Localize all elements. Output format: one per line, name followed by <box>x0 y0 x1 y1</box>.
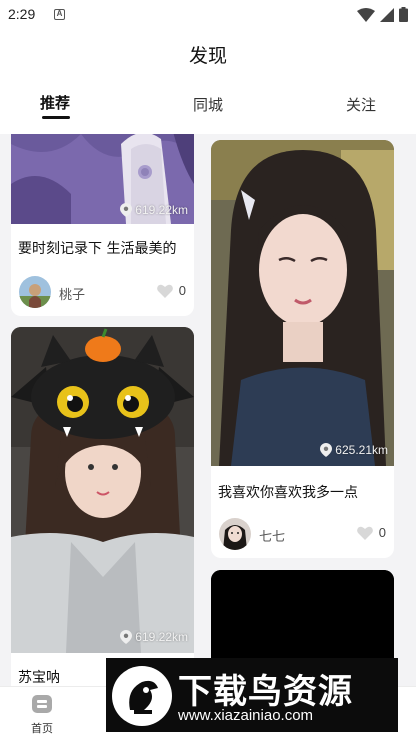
heart-icon <box>156 284 173 298</box>
watermark-title: 下载鸟资源 <box>178 672 353 712</box>
battery-icon <box>399 7 408 22</box>
like-button[interactable]: 0 <box>156 283 186 298</box>
tab-recommend[interactable]: 推荐 <box>40 92 70 113</box>
distance-text: 619.22km <box>135 203 188 217</box>
location-pin-icon <box>120 630 133 644</box>
like-count: 0 <box>178 283 186 298</box>
nav-home[interactable]: 首页 <box>22 694 62 736</box>
tab-bar: 推荐 同城 关注 <box>0 92 416 126</box>
status-bar: 2:29 A <box>0 0 416 30</box>
page-title: 发现 <box>188 45 227 67</box>
post-photo[interactable] <box>11 327 194 653</box>
post-photo[interactable] <box>211 140 394 466</box>
location-pin-icon <box>320 443 333 457</box>
avatar[interactable] <box>219 518 251 550</box>
author-name[interactable]: 桃子 <box>59 284 85 303</box>
feed-card[interactable]: 619.22km 苏宝呐 <box>11 327 194 686</box>
header: 发现 推荐 同城 关注 <box>0 30 416 134</box>
bird-logo-icon <box>112 666 172 726</box>
author-name[interactable]: 七七 <box>259 526 285 545</box>
distance-text: 625.21km <box>335 443 388 457</box>
tab-local[interactable]: 同城 <box>193 94 223 115</box>
distance-label: 619.22km <box>120 203 188 217</box>
signal-icon <box>380 8 394 22</box>
post-caption[interactable]: 我喜欢你喜欢我多一点 <box>218 482 390 502</box>
watermark-url: www.xiazainiao.com <box>178 707 314 724</box>
feed-card[interactable]: 625.21km 我喜欢你喜欢我多一点 七七 0 <box>211 140 394 558</box>
author-row[interactable]: 七七 0 <box>219 518 386 552</box>
author-row[interactable]: 桃子 0 <box>19 276 186 310</box>
notification-icon: A <box>54 9 65 20</box>
post-caption[interactable]: 要时刻记录下 生活最美的 <box>18 238 190 258</box>
avatar[interactable] <box>19 276 51 308</box>
wifi-icon <box>357 8 375 22</box>
watermark: 下载鸟资源 www.xiazainiao.com <box>106 658 398 732</box>
distance-label: 619.22km <box>120 630 188 644</box>
status-time: 2:29 <box>8 6 36 22</box>
feed-card[interactable]: 619.22km 要时刻记录下 生活最美的 桃子 0 <box>11 134 194 316</box>
tab-active-indicator <box>42 116 70 119</box>
location-pin-icon <box>120 203 133 217</box>
status-icons <box>357 6 408 22</box>
distance-label: 625.21km <box>320 443 388 457</box>
like-button[interactable]: 0 <box>356 525 386 540</box>
heart-icon <box>356 526 373 540</box>
distance-text: 619.22km <box>135 630 188 644</box>
tab-following[interactable]: 关注 <box>346 94 376 115</box>
nav-home-label: 首页 <box>31 722 53 735</box>
like-count: 0 <box>378 525 386 540</box>
feed[interactable]: 619.22km 要时刻记录下 生活最美的 桃子 0 619.22km 苏宝呐 … <box>0 134 416 686</box>
home-icon <box>32 695 52 713</box>
